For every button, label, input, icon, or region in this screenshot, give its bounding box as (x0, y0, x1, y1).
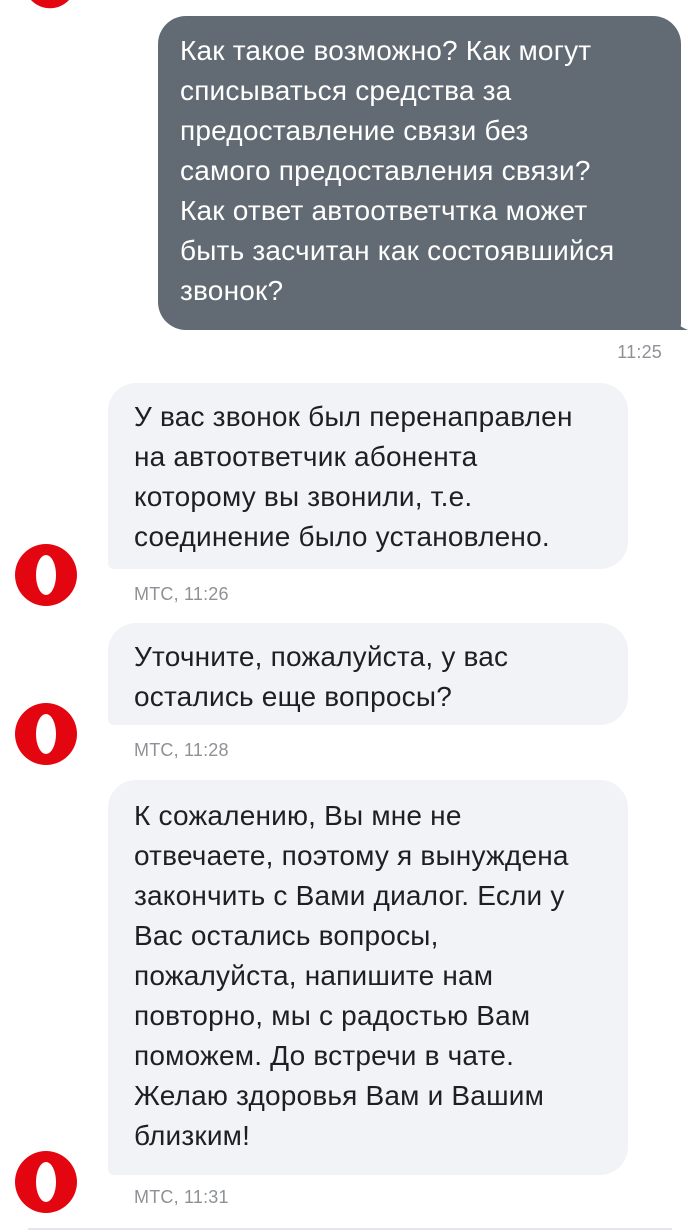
mts-logo-icon (15, 544, 77, 606)
bubble-tail (668, 310, 688, 330)
message-meta: МТС, 11:26 (134, 584, 229, 604)
mts-logo-icon (15, 703, 77, 765)
mts-logo-icon (30, 0, 70, 9)
operator-message-bubble: К сожалению, Вы мне не отвечаете, поэтом… (108, 780, 628, 1175)
operator-message-bubble: Уточните, пожалуйста, у вас остались еще… (108, 623, 628, 725)
user-message-bubble: Как такое возможно? Как могут списыватьс… (158, 16, 681, 330)
message-meta: МТС, 11:28 (134, 740, 229, 760)
mts-logo-icon (15, 1151, 77, 1213)
operator-message-bubble: У вас звонок был перенаправлен на автоот… (108, 383, 628, 569)
message-time: 11:25 (617, 342, 662, 362)
message-meta: МТС, 11:31 (134, 1187, 229, 1207)
divider (28, 1228, 672, 1230)
